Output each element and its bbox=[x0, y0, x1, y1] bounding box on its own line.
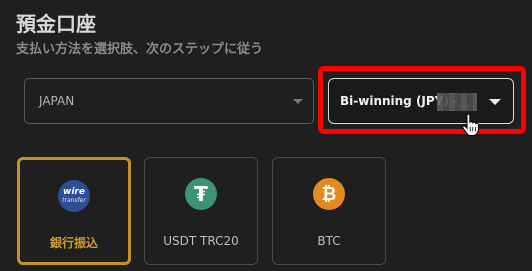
country-select[interactable]: JAPAN bbox=[24, 78, 314, 124]
chevron-down-icon bbox=[293, 99, 303, 104]
account-select[interactable]: Bi-winning (JPY) - bbox=[328, 78, 514, 124]
tether-icon: ₮ bbox=[185, 178, 217, 210]
page-subtitle: 支払い方法を選択肢、次のステップに従う bbox=[16, 42, 264, 57]
payment-method-label: USDT TRC20 bbox=[163, 234, 239, 248]
wire-transfer-icon: wire transfer bbox=[58, 180, 90, 212]
chevron-down-icon bbox=[489, 99, 501, 105]
wire-transfer-icon-text-1: wire bbox=[63, 187, 85, 197]
page-title: 預金口座 bbox=[16, 12, 96, 36]
payment-method-label: 銀行振込 bbox=[49, 236, 98, 250]
payment-method-usdt-trc20[interactable]: ₮ USDT TRC20 bbox=[144, 157, 258, 265]
payment-method-label: BTC bbox=[317, 234, 341, 248]
country-select-value: JAPAN bbox=[39, 94, 75, 108]
hand-pointer-cursor-icon bbox=[462, 113, 480, 140]
bitcoin-icon: ₿ bbox=[313, 178, 345, 210]
wire-transfer-icon-text-2: transfer bbox=[62, 197, 86, 204]
payment-method-bank-transfer[interactable]: wire transfer 銀行振込 bbox=[17, 157, 131, 265]
redacted-account-number bbox=[437, 93, 477, 111]
payment-method-btc[interactable]: ₿ BTC bbox=[272, 157, 386, 265]
